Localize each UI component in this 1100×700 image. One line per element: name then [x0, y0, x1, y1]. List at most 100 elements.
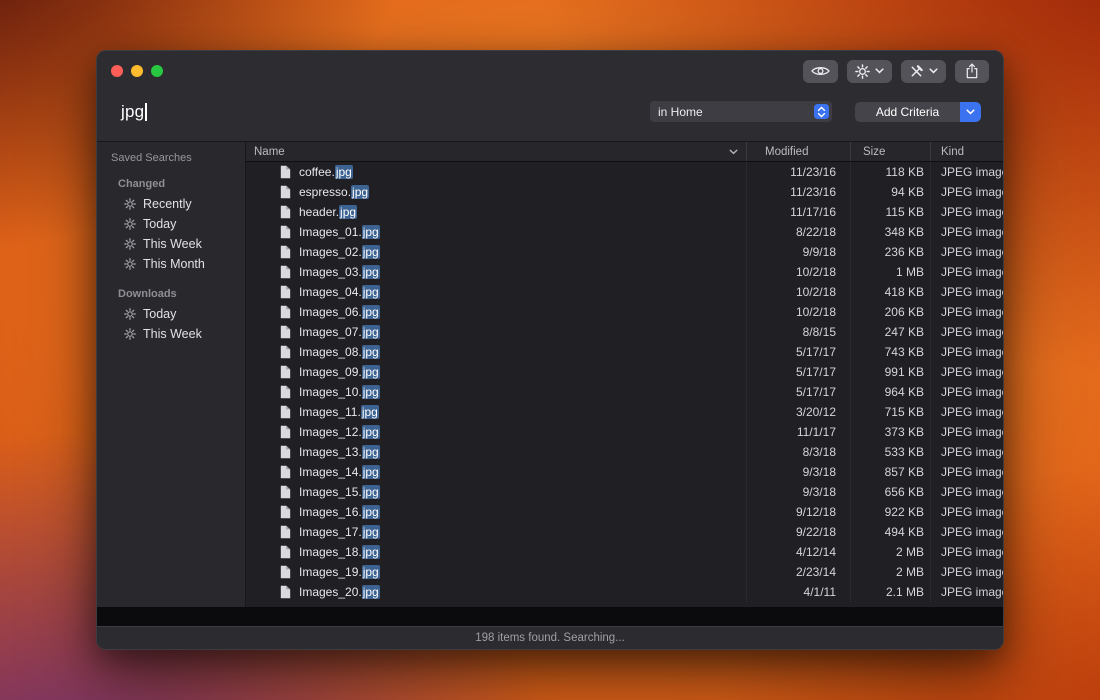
file-name-cell: header.jpg [246, 202, 747, 222]
table-row[interactable]: Images_13.jpg8/3/18533 KBJPEG image [246, 442, 1003, 462]
sidebar-item-this-month[interactable]: This Month [97, 254, 245, 274]
table-row[interactable]: Images_04.jpg10/2/18418 KBJPEG image [246, 282, 1003, 302]
file-kind-cell: JPEG image [931, 162, 1003, 182]
document-icon [280, 225, 291, 239]
sidebar-item-this-week[interactable]: This Week [97, 324, 245, 344]
file-size-cell: 715 KB [851, 402, 931, 422]
file-size-cell: 206 KB [851, 302, 931, 322]
table-row[interactable]: Images_02.jpg9/9/18236 KBJPEG image [246, 242, 1003, 262]
sidebar-item-today[interactable]: Today [97, 214, 245, 234]
close-button[interactable] [111, 65, 123, 77]
search-scope-dropdown[interactable]: in Home [650, 101, 832, 122]
file-name-cell: Images_01.jpg [246, 222, 747, 242]
file-size-cell: 964 KB [851, 382, 931, 402]
document-icon [280, 285, 291, 299]
table-row[interactable]: Images_01.jpg8/22/18348 KBJPEG image [246, 222, 1003, 242]
share-button[interactable] [955, 60, 989, 83]
quick-look-button[interactable] [803, 60, 838, 83]
add-criteria-button[interactable]: Add Criteria [855, 102, 981, 122]
file-name-cell: Images_13.jpg [246, 442, 747, 462]
file-modified-cell: 9/12/18 [747, 502, 851, 522]
table-row[interactable]: Images_09.jpg5/17/17991 KBJPEG image [246, 362, 1003, 382]
sidebar-item-this-week[interactable]: This Week [97, 234, 245, 254]
table-row[interactable]: Images_18.jpg4/12/142 MBJPEG image [246, 542, 1003, 562]
zoom-button[interactable] [151, 65, 163, 77]
column-header-modified[interactable]: Modified [747, 142, 851, 161]
document-icon [280, 385, 291, 399]
gear-icon [124, 328, 136, 340]
file-name-base: coffee. [299, 165, 335, 179]
desktop-wallpaper: jpg in Home Add Criteria [0, 0, 1100, 700]
gear-icon [124, 218, 136, 230]
table-row[interactable]: coffee.jpg11/23/16118 KBJPEG image [246, 162, 1003, 182]
table-row[interactable]: Images_20.jpg4/1/112.1 MBJPEG image [246, 582, 1003, 602]
popup-stepper-icon [814, 104, 829, 119]
document-icon [280, 345, 291, 359]
table-row[interactable]: Images_12.jpg11/1/17373 KBJPEG image [246, 422, 1003, 442]
search-match-highlight: jpg [362, 565, 380, 579]
search-match-highlight: jpg [362, 225, 380, 239]
gear-icon [124, 238, 136, 250]
column-header-label: Size [863, 146, 885, 158]
file-name-cell: Images_11.jpg [246, 402, 747, 422]
table-row[interactable]: Images_07.jpg8/8/15247 KBJPEG image [246, 322, 1003, 342]
horizontal-scrollbar[interactable] [97, 607, 1003, 626]
table-row[interactable]: Images_16.jpg9/12/18922 KBJPEG image [246, 502, 1003, 522]
file-name-base: Images_19. [299, 565, 362, 579]
table-row[interactable]: Images_08.jpg5/17/17743 KBJPEG image [246, 342, 1003, 362]
file-name-base: Images_08. [299, 345, 362, 359]
document-icon [280, 185, 291, 199]
action-menu-button[interactable] [847, 60, 892, 83]
column-header-size[interactable]: Size [851, 142, 931, 161]
search-match-highlight: jpg [362, 385, 380, 399]
file-size-cell: 2 MB [851, 542, 931, 562]
file-table: Name Modified Size Kind coffe [246, 142, 1003, 607]
search-match-highlight: jpg [362, 465, 380, 479]
document-icon [280, 205, 291, 219]
column-header-kind[interactable]: Kind [931, 142, 1003, 161]
search-match-highlight: jpg [362, 505, 380, 519]
table-row[interactable]: Images_17.jpg9/22/18494 KBJPEG image [246, 522, 1003, 542]
sidebar-item-today[interactable]: Today [97, 304, 245, 324]
minimize-button[interactable] [131, 65, 143, 77]
file-size-cell: 533 KB [851, 442, 931, 462]
table-row[interactable]: Images_11.jpg3/20/12715 KBJPEG image [246, 402, 1003, 422]
table-row[interactable]: Images_15.jpg9/3/18656 KBJPEG image [246, 482, 1003, 502]
file-modified-cell: 10/2/18 [747, 302, 851, 322]
window-chrome: jpg in Home Add Criteria [97, 51, 1003, 142]
file-modified-cell: 5/17/17 [747, 362, 851, 382]
table-row[interactable]: Images_10.jpg5/17/17964 KBJPEG image [246, 382, 1003, 402]
gear-icon [124, 198, 136, 210]
document-icon [280, 465, 291, 479]
document-icon [280, 165, 291, 179]
file-name-cell: Images_15.jpg [246, 482, 747, 502]
file-size-cell: 1 MB [851, 262, 931, 282]
table-row[interactable]: Images_06.jpg10/2/18206 KBJPEG image [246, 302, 1003, 322]
table-row[interactable]: espresso.jpg11/23/1694 KBJPEG image [246, 182, 1003, 202]
column-header-name[interactable]: Name [246, 142, 747, 161]
table-row[interactable]: Images_14.jpg9/3/18857 KBJPEG image [246, 462, 1003, 482]
text-cursor [145, 103, 147, 121]
table-row[interactable]: header.jpg11/17/16115 KBJPEG image [246, 202, 1003, 222]
file-name-base: Images_01. [299, 225, 362, 239]
search-match-highlight: jpg [362, 245, 380, 259]
table-row[interactable]: Images_03.jpg10/2/181 MBJPEG image [246, 262, 1003, 282]
file-kind-cell: JPEG image [931, 182, 1003, 202]
file-name-cell: Images_07.jpg [246, 322, 747, 342]
file-kind-cell: JPEG image [931, 282, 1003, 302]
file-kind-cell: JPEG image [931, 242, 1003, 262]
file-name-base: Images_11. [299, 405, 361, 419]
file-kind-cell: JPEG image [931, 402, 1003, 422]
file-kind-cell: JPEG image [931, 582, 1003, 602]
file-name-base: Images_04. [299, 285, 362, 299]
sidebar-item-recently[interactable]: Recently [97, 194, 245, 214]
tools-menu-button[interactable] [901, 60, 946, 83]
toolbar [803, 60, 989, 83]
chevron-down-icon [929, 68, 938, 74]
table-row[interactable]: Images_19.jpg2/23/142 MBJPEG image [246, 562, 1003, 582]
search-input[interactable]: jpg [121, 102, 147, 122]
titlebar[interactable] [97, 51, 1003, 91]
file-size-cell: 247 KB [851, 322, 931, 342]
add-criteria-label: Add Criteria [855, 105, 960, 119]
file-size-cell: 991 KB [851, 362, 931, 382]
